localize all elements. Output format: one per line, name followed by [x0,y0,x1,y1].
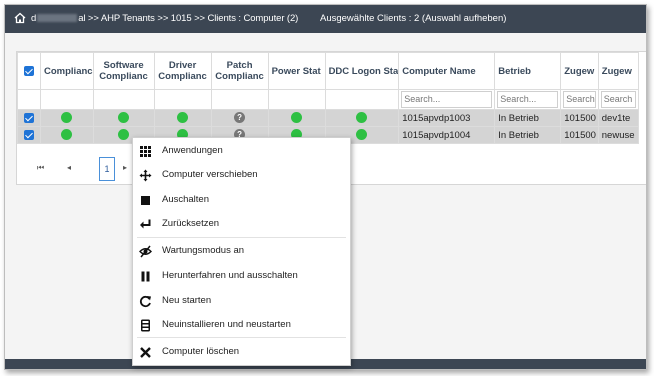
col-zugew-1[interactable]: Zugew [560,52,599,90]
ddc-ok-icon [356,129,368,141]
zugew-cell: 101500 [560,126,599,144]
selected-clients-text[interactable]: Ausgewählte Clients : 2 (Auswahl aufhebe… [320,13,506,24]
grid-icon [140,146,151,157]
redacted-text [37,14,78,23]
search-zugew-1[interactable]: Search [563,91,596,108]
delete-icon [140,347,151,358]
power-on-icon [291,112,303,124]
menu-item-wartungsmodus[interactable]: Wartungsmodus an [133,239,350,263]
col-compliance[interactable]: Complianc [40,52,94,90]
home-icon[interactable] [14,12,26,24]
col-software-compliance[interactable]: Software Complianc [92,52,155,90]
row-checkbox[interactable] [24,112,34,123]
ddc-ok-icon [356,112,368,124]
move-icon [139,169,152,182]
select-all-header[interactable] [17,52,41,90]
computer-name-cell: 1015apvdp1003 [398,109,496,127]
pause-icon [141,271,150,282]
col-patch-compliance[interactable]: Patch Complianc [210,52,269,90]
zugew-cell: newuse [597,126,639,144]
menu-item-anwendungen[interactable]: Anwendungen [133,139,350,163]
col-ddc-logon-state[interactable]: DDC Logon Sta [324,52,400,90]
col-driver-compliance[interactable]: Driver Complianc [153,52,212,90]
menu-item-neu-starten[interactable]: Neu starten [133,289,350,313]
status-ok-icon [61,112,73,124]
search-computer-name[interactable]: Search... [401,91,493,108]
betrieb-cell: In Betrieb [494,109,562,127]
row-checkbox[interactable] [24,129,34,140]
menu-item-computer-loeschen[interactable]: Computer löschen [133,340,350,364]
select-all-checkbox[interactable] [24,65,34,76]
computer-table: Complianc Software Complianc Driver Comp… [17,52,639,144]
menu-item-computer-verschieben[interactable]: Computer verschieben [133,163,350,187]
col-betrieb[interactable]: Betrieb [494,52,562,90]
title-bar: d al >> AHP Tenants >> 1015 >> Clients : … [5,5,646,33]
breadcrumb[interactable]: d al >> AHP Tenants >> 1015 >> Clients : … [31,13,298,24]
menu-item-auschalten[interactable]: Auschalten [133,188,350,212]
status-ok-icon [177,112,189,124]
stop-icon [141,196,150,205]
menu-item-zuruecksetzen[interactable]: Zurücksetzen [133,212,350,236]
context-menu: Anwendungen Computer verschieben Auschal… [132,137,351,366]
status-ok-icon [118,129,130,141]
search-zugew-2[interactable]: Search [600,91,636,108]
prev-page-button[interactable]: ◂ [67,157,71,179]
current-page-button[interactable]: 1 [99,157,115,181]
col-computer-name[interactable]: Computer Name [398,52,496,90]
col-zugew-2[interactable]: Zugew [597,52,639,90]
col-power-state[interactable]: Power Stat [267,52,326,90]
menu-separator [137,337,346,338]
menu-separator [137,237,346,238]
search-betrieb[interactable]: Search... [497,91,559,108]
menu-item-herunterfahren[interactable]: Herunterfahren und ausschalten [133,264,350,288]
return-icon [140,219,151,229]
reinstall-icon [141,319,150,332]
zugew-cell: dev1te [597,109,639,127]
menu-item-neuinstallieren[interactable]: Neuinstallieren und neustarten [133,313,350,337]
status-ok-icon [118,112,130,124]
status-unknown-icon: ? [234,112,246,124]
table-row[interactable]: ? 1015apvdp1003 In Betrieb 101500 dev1te [17,109,639,127]
next-page-button[interactable]: ▸ [123,157,127,179]
computer-name-cell: 1015apvdp1004 [398,126,496,144]
zugew-cell: 101500 [560,109,599,127]
first-page-button[interactable]: ⏮ [37,157,44,179]
restart-icon [139,295,151,308]
betrieb-cell: In Betrieb [494,126,562,144]
status-ok-icon [61,129,73,141]
eye-off-icon [139,245,152,258]
